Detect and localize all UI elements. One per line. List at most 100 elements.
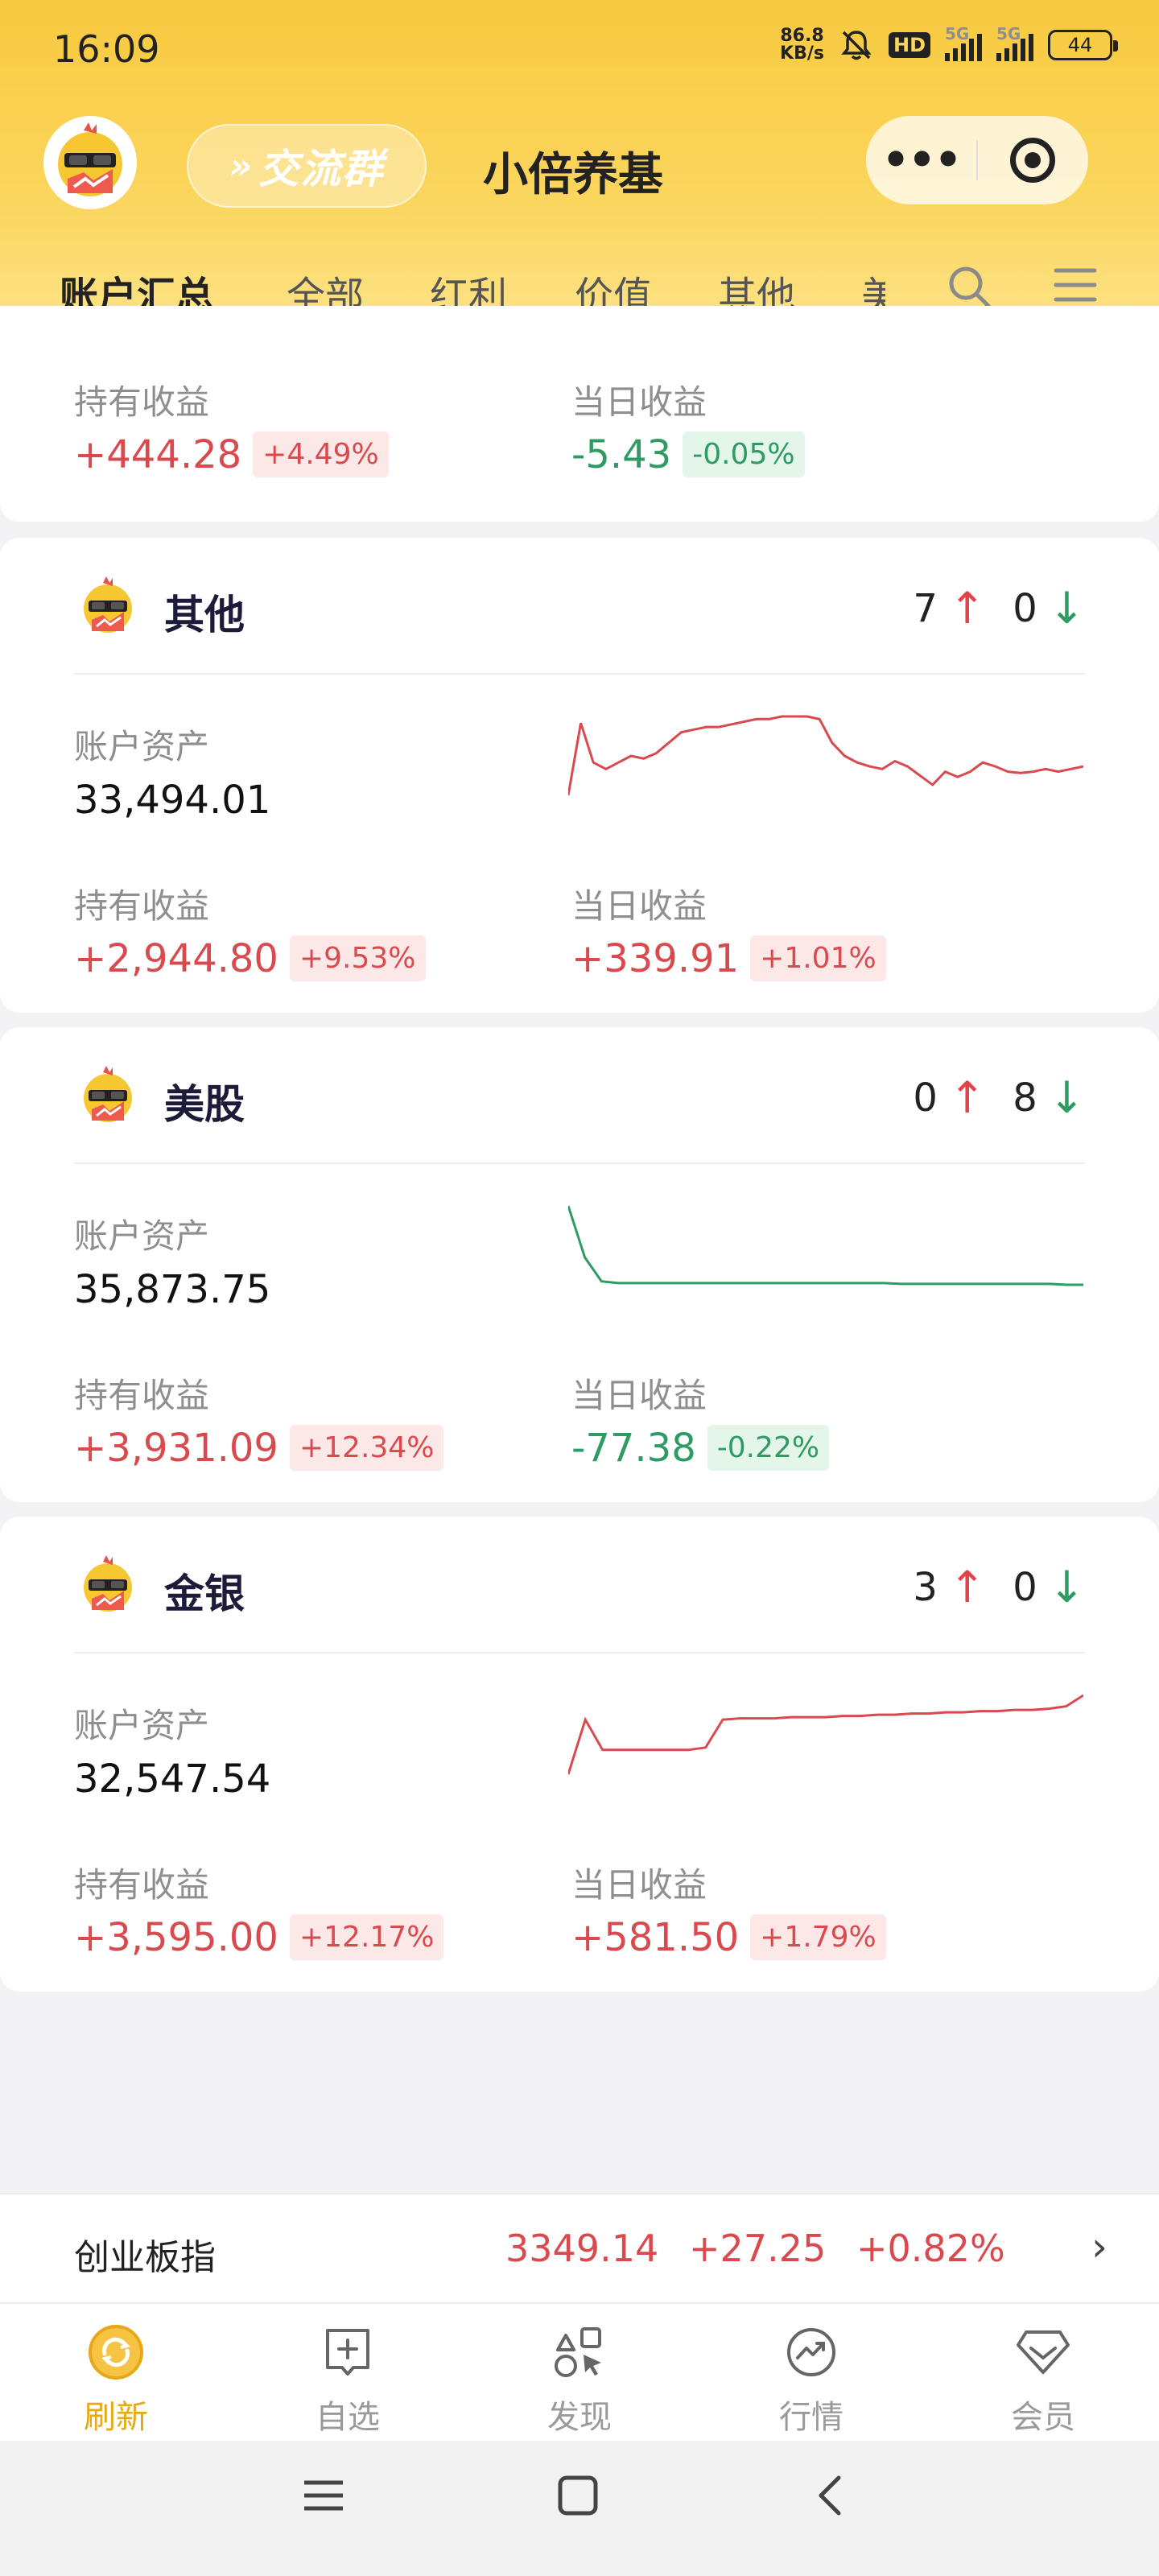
status-time: 16:09	[53, 27, 160, 71]
account-name: 其他	[164, 592, 245, 638]
nav-vip[interactable]: 会员	[963, 2318, 1124, 2438]
menu-icon[interactable]	[1053, 262, 1098, 308]
fall-count: 8	[1013, 1075, 1037, 1121]
day-profit-label: 当日收益	[571, 382, 707, 422]
signal-bar	[977, 34, 982, 61]
hold-profit-value: +2,944.80	[74, 935, 278, 981]
asset-value: 32,547.54	[74, 1757, 271, 1802]
asset-sparkline	[568, 1694, 1083, 1775]
account-card[interactable]: 金银 3 ↑ 0 ↓ 账户资产 32,547.54 持有收益 +3,595.00…	[0, 1517, 1159, 1992]
bottom-navigation: 刷新 自选 发现 行情 会员	[0, 2302, 1159, 2441]
asset-label: 账户资产	[74, 1706, 210, 1745]
index-name: 创业板指	[74, 2237, 216, 2278]
sparkline-path	[568, 1205, 1083, 1286]
arrow-down-icon: ↓	[1048, 1072, 1085, 1123]
day-profit-value: +581.50	[571, 1914, 740, 1960]
hold-profit-value: +3,595.00	[74, 1914, 278, 1960]
index-ticker-bar[interactable]: 创业板指 3349.14 +27.25 +0.82% ›	[0, 2193, 1159, 2302]
nav-refresh[interactable]: 刷新	[35, 2318, 196, 2438]
account-card-partial[interactable]: 持有收益 +444.28 +4.49% 当日收益 -5.43 -0.05%	[0, 306, 1159, 522]
day-profit: -77.38 -0.22%	[571, 1425, 830, 1471]
account-card-header: 其他 7 ↑ 0 ↓	[74, 538, 1085, 675]
rise-count: 0	[913, 1075, 938, 1121]
rise-fall-counts: 0 ↑ 8 ↓	[913, 1072, 1085, 1123]
signal-bar	[1004, 48, 1009, 61]
day-profit-label: 当日收益	[571, 886, 707, 926]
hold-profit-pct: +4.49%	[253, 431, 389, 477]
asset-sparkline	[568, 715, 1083, 796]
network-type-2: 5G	[996, 24, 1021, 43]
signal-bar	[1029, 34, 1033, 61]
vip-diamond-icon	[1017, 2330, 1070, 2374]
more-options-button[interactable]: •••	[866, 136, 976, 184]
account-card[interactable]: 其他 7 ↑ 0 ↓ 账户资产 33,494.01 持有收益 +2,944.80…	[0, 538, 1159, 1013]
index-change-pct: +0.82%	[856, 2227, 1005, 2270]
day-profit: +581.50 +1.79%	[571, 1914, 886, 1960]
status-icons: 86.8 KB/s HD 5G 5G 44	[780, 24, 1118, 63]
hold-profit: +444.28 +4.49%	[74, 431, 389, 477]
day-profit-pct: +1.01%	[750, 935, 886, 981]
nav-market-label: 行情	[779, 2399, 843, 2436]
day-profit: -5.43 -0.05%	[571, 431, 805, 477]
target-icon	[1010, 138, 1056, 183]
close-miniprogram-button[interactable]	[978, 138, 1088, 183]
status-bar: 16:09 86.8 KB/s HD 5G 5G 44	[0, 0, 1159, 97]
chick-mascot-icon	[84, 1555, 132, 1612]
day-profit-value: -77.38	[571, 1425, 696, 1471]
hold-profit-label: 持有收益	[74, 886, 210, 926]
account-card[interactable]: 美股 0 ↑ 8 ↓ 账户资产 35,873.75 持有收益 +3,931.09…	[0, 1027, 1159, 1502]
miniprogram-capsule: •••	[866, 116, 1088, 204]
hold-profit-label: 持有收益	[74, 382, 210, 422]
day-profit-label: 当日收益	[571, 1865, 707, 1905]
nav-market[interactable]: 行情	[731, 2318, 892, 2438]
day-profit: +339.91 +1.01%	[571, 935, 886, 981]
signal-bar	[945, 53, 950, 61]
day-profit-value: +339.91	[571, 935, 740, 981]
chat-group-button[interactable]: » 交流群	[187, 124, 427, 208]
signal-icon-2: 5G	[996, 24, 1033, 61]
day-profit-value: -5.43	[571, 431, 672, 477]
back-icon[interactable]	[808, 2473, 853, 2518]
hold-profit: +3,931.09 +12.34%	[74, 1425, 444, 1471]
hold-profit-pct: +12.17%	[289, 1914, 444, 1960]
account-name: 美股	[164, 1081, 245, 1128]
mute-bell-icon	[841, 31, 872, 60]
recent-apps-icon[interactable]	[301, 2473, 346, 2518]
arrow-down-icon: ↓	[1048, 1562, 1085, 1612]
double-chevron-icon: »	[229, 145, 254, 187]
app-title: 小倍养基	[483, 149, 663, 201]
network-speed: 86.8 KB/s	[780, 27, 824, 63]
asset-label: 账户资产	[74, 727, 210, 766]
nav-discover[interactable]: 发现	[499, 2318, 660, 2438]
signal-bar	[996, 53, 1001, 61]
signal-bar	[961, 43, 966, 61]
search-icon[interactable]	[945, 262, 993, 311]
app-logo-avatar[interactable]	[43, 116, 137, 209]
nav-watchlist[interactable]: 自选	[267, 2318, 428, 2438]
fall-count: 0	[1013, 585, 1037, 631]
home-icon[interactable]	[555, 2473, 600, 2518]
day-profit-pct: -0.22%	[707, 1425, 830, 1471]
asset-value: 35,873.75	[74, 1267, 271, 1312]
arrow-down-icon: ↓	[1048, 583, 1085, 634]
day-profit-label: 当日收益	[571, 1376, 707, 1415]
add-favorite-icon	[326, 2329, 369, 2376]
index-value: 3349.14	[505, 2227, 659, 2270]
sparkline-path	[568, 715, 1083, 796]
hold-profit-pct: +9.53%	[289, 935, 426, 981]
hold-profit: +2,944.80 +9.53%	[74, 935, 426, 981]
chick-mascot-icon	[58, 122, 122, 196]
nav-vip-label: 会员	[1011, 2399, 1075, 2436]
refresh-icon	[89, 2325, 143, 2380]
chevron-right-icon[interactable]: ›	[1091, 2223, 1107, 2270]
network-speed-value: 86.8	[780, 26, 824, 46]
signal-bar	[1013, 43, 1017, 61]
rise-count: 3	[913, 1564, 938, 1610]
signal-bar	[953, 48, 958, 61]
chick-mascot-icon	[84, 1066, 132, 1122]
account-card-header: 美股 0 ↑ 8 ↓	[74, 1027, 1085, 1164]
nav-watchlist-label: 自选	[316, 2399, 380, 2436]
hold-profit-value: +444.28	[74, 431, 242, 477]
hold-profit-value: +3,931.09	[74, 1425, 278, 1471]
arrow-up-icon: ↑	[948, 583, 986, 634]
